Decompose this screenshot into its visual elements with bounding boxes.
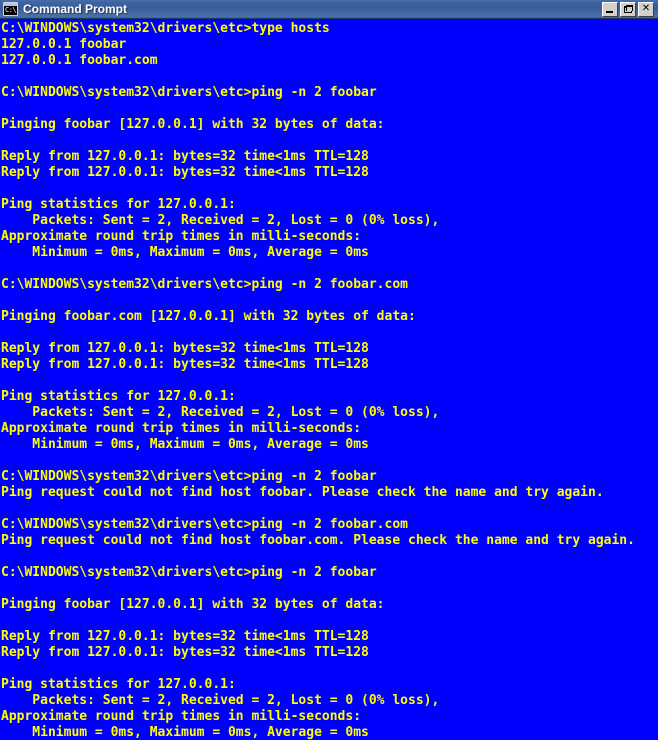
console-line: Minimum = 0ms, Maximum = 0ms, Average = …: [1, 725, 369, 740]
console-line: Reply from 127.0.0.1: bytes=32 time<1ms …: [1, 357, 369, 372]
console-line: Approximate round trip times in milli-se…: [1, 229, 362, 244]
console-line: Pinging foobar [127.0.0.1] with 32 bytes…: [1, 117, 385, 132]
console-line: Reply from 127.0.0.1: bytes=32 time<1ms …: [1, 165, 369, 180]
console-line: Ping statistics for 127.0.0.1:: [1, 197, 236, 212]
restore-button[interactable]: [620, 1, 636, 17]
window-title: Command Prompt: [23, 2, 128, 16]
console-line: C:\WINDOWS\system32\drivers\etc>ping -n …: [1, 277, 408, 292]
console-line: C:\WINDOWS\system32\drivers\etc>ping -n …: [1, 85, 377, 100]
console-line: Ping statistics for 127.0.0.1:: [1, 389, 236, 404]
title-bar[interactable]: C:\ Command Prompt ✕: [0, 0, 658, 19]
console-line: Approximate round trip times in milli-se…: [1, 709, 362, 724]
console-line: Reply from 127.0.0.1: bytes=32 time<1ms …: [1, 341, 369, 356]
close-button[interactable]: ✕: [638, 1, 654, 17]
console-line: 127.0.0.1 foobar: [1, 37, 127, 52]
console-line: Reply from 127.0.0.1: bytes=32 time<1ms …: [1, 629, 369, 644]
console-icon: C:\: [3, 2, 18, 16]
console-line: Packets: Sent = 2, Received = 2, Lost = …: [1, 405, 440, 420]
console-line: Ping statistics for 127.0.0.1:: [1, 677, 236, 692]
console-line: Minimum = 0ms, Maximum = 0ms, Average = …: [1, 437, 369, 452]
console-text: C:\WINDOWS\system32\drivers\etc>type hos…: [1, 21, 658, 740]
console-line: C:\WINDOWS\system32\drivers\etc>type hos…: [1, 21, 330, 36]
console-line: Packets: Sent = 2, Received = 2, Lost = …: [1, 693, 440, 708]
console-line: C:\WINDOWS\system32\drivers\etc>ping -n …: [1, 469, 377, 484]
window-controls: ✕: [602, 1, 654, 17]
command-prompt-window: C:\ Command Prompt ✕ C:\WINDOWS\system32…: [0, 0, 658, 740]
console-line: C:\WINDOWS\system32\drivers\etc>ping -n …: [1, 565, 377, 580]
minimize-button[interactable]: [602, 1, 618, 17]
console-output-area[interactable]: C:\WINDOWS\system32\drivers\etc>type hos…: [0, 19, 658, 740]
console-line: Pinging foobar [127.0.0.1] with 32 bytes…: [1, 597, 385, 612]
console-line: Minimum = 0ms, Maximum = 0ms, Average = …: [1, 245, 369, 260]
console-line: C:\WINDOWS\system32\drivers\etc>ping -n …: [1, 517, 408, 532]
console-line: Reply from 127.0.0.1: bytes=32 time<1ms …: [1, 645, 369, 660]
close-icon: ✕: [641, 3, 651, 14]
minimize-icon: [606, 10, 613, 13]
console-line: Ping request could not find host foobar.…: [1, 533, 635, 548]
console-line: Ping request could not find host foobar.…: [1, 485, 604, 500]
console-line: Approximate round trip times in milli-se…: [1, 421, 362, 436]
console-line: 127.0.0.1 foobar.com: [1, 53, 158, 68]
console-icon-prompt-text: C:\: [5, 6, 17, 14]
console-line: Pinging foobar.com [127.0.0.1] with 32 b…: [1, 309, 416, 324]
restore-icon-back: [626, 4, 633, 11]
console-line: Reply from 127.0.0.1: bytes=32 time<1ms …: [1, 149, 369, 164]
console-line: Packets: Sent = 2, Received = 2, Lost = …: [1, 213, 440, 228]
